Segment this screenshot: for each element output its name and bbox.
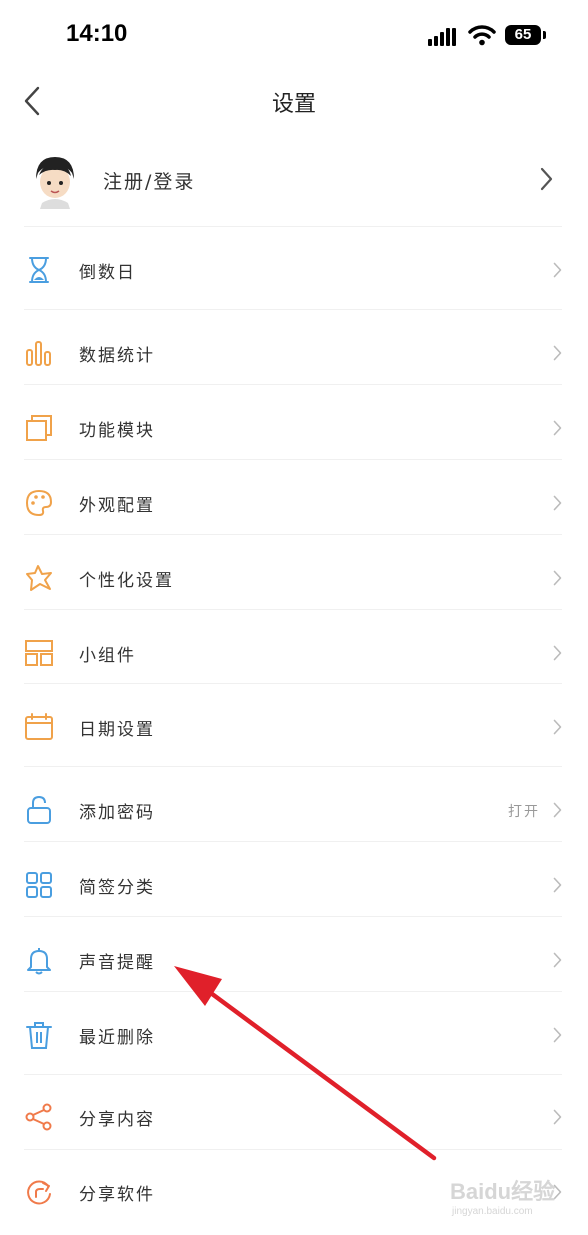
status-time: 14:10	[66, 20, 128, 47]
battery-level: 65	[514, 26, 532, 43]
widget-icon	[25, 640, 53, 666]
watermark-main: Baidu经验	[450, 1179, 556, 1204]
bar-chart-icon	[26, 341, 51, 366]
menu-item-label: 添加密码	[79, 803, 155, 823]
login-register-label: 注册/登录	[103, 171, 196, 193]
cellular-signal-icon	[428, 28, 456, 46]
battery-icon: 65	[505, 25, 546, 45]
menu-item[interactable]: 声音提醒	[0, 933, 588, 989]
nav-bar: 设置	[0, 70, 588, 130]
chevron-right-icon	[540, 167, 553, 191]
menu-item[interactable]: 添加密码 打开	[0, 783, 588, 839]
divider	[24, 1074, 562, 1075]
divider	[24, 766, 562, 767]
divider	[24, 916, 562, 917]
divider	[24, 609, 562, 610]
chevron-right-icon	[553, 420, 562, 436]
lock-icon	[27, 795, 51, 824]
chevron-right-icon	[553, 952, 562, 968]
menu-item[interactable]: 外观配置	[0, 476, 588, 532]
chevron-right-icon	[553, 645, 562, 661]
menu-item[interactable]: 日期设置	[0, 700, 588, 756]
chevron-right-icon	[553, 495, 562, 511]
menu-item-label: 分享内容	[79, 1110, 155, 1130]
divider	[24, 309, 562, 310]
chevron-right-icon	[553, 570, 562, 586]
menu-item[interactable]: 分享内容	[0, 1090, 588, 1146]
palette-icon	[25, 489, 53, 517]
menu-item-label: 声音提醒	[79, 953, 155, 973]
share-icon	[25, 1103, 52, 1131]
watermark-sub: jingyan.baidu.com	[452, 1206, 533, 1217]
status-bar: 14:10 65	[0, 0, 588, 70]
calendar-icon	[25, 713, 53, 740]
menu-item[interactable]: 倒数日	[0, 243, 588, 299]
refresh-share-icon	[27, 1180, 51, 1205]
layers-icon	[26, 415, 52, 441]
menu-item-label: 分享软件	[79, 1185, 155, 1205]
divider	[24, 841, 562, 842]
chevron-right-icon	[553, 345, 562, 361]
divider	[24, 384, 562, 385]
chevron-right-icon	[553, 1027, 562, 1043]
menu-item[interactable]: 简签分类	[0, 858, 588, 914]
menu-item-value: 打开	[508, 804, 540, 820]
watermark: Baidu经验 jingyan.baidu.com	[450, 1174, 570, 1224]
chevron-right-icon	[553, 262, 562, 278]
menu-item-label: 个性化设置	[79, 571, 174, 591]
menu-item[interactable]: 小组件	[0, 626, 588, 682]
bell-icon	[27, 948, 51, 975]
menu-item[interactable]: 最近删除	[0, 1008, 588, 1064]
chevron-right-icon	[553, 802, 562, 818]
menu-item-label: 外观配置	[79, 496, 155, 516]
menu-item[interactable]: 数据统计	[0, 326, 588, 382]
menu-item-label: 数据统计	[79, 346, 155, 366]
menu-item-label: 最近删除	[79, 1028, 155, 1048]
menu-item-label: 倒数日	[79, 263, 136, 283]
hourglass-icon	[29, 257, 49, 283]
chevron-right-icon	[553, 877, 562, 893]
divider	[24, 683, 562, 684]
profile-row[interactable]: 注册/登录	[0, 135, 588, 225]
star-icon	[26, 565, 52, 591]
divider	[24, 1149, 562, 1150]
wifi-icon	[468, 25, 496, 46]
divider	[24, 991, 562, 992]
menu-item-label: 简签分类	[79, 878, 155, 898]
divider	[24, 226, 562, 227]
avatar	[26, 151, 84, 209]
divider	[24, 459, 562, 460]
chevron-right-icon	[553, 1109, 562, 1125]
menu-item[interactable]: 个性化设置	[0, 551, 588, 607]
grid-icon	[26, 872, 52, 898]
menu-item-label: 功能模块	[79, 421, 155, 441]
menu-item[interactable]: 功能模块	[0, 401, 588, 457]
chevron-right-icon	[553, 719, 562, 735]
divider	[24, 534, 562, 535]
menu-item-label: 小组件	[79, 646, 136, 666]
page-title: 设置	[271, 92, 316, 117]
trash-icon	[26, 1022, 52, 1049]
menu-item-label: 日期设置	[79, 720, 155, 740]
